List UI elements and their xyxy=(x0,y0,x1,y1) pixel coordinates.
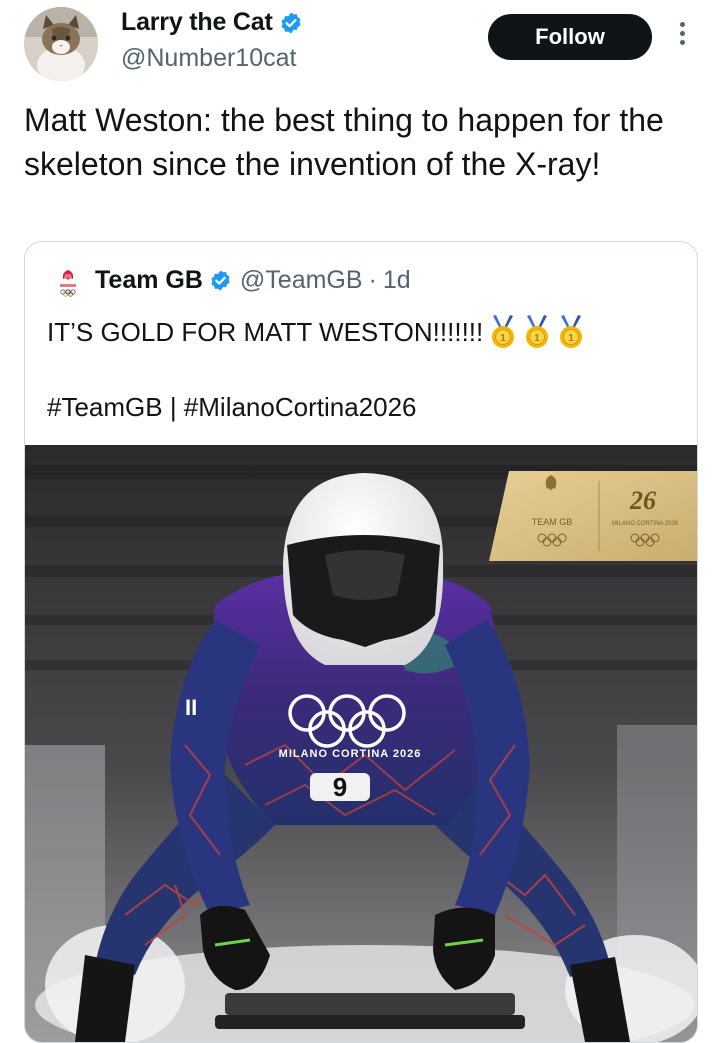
sign-left-text: TEAM GB xyxy=(532,517,573,527)
gold-medal-icon: 1 xyxy=(560,315,583,348)
skeleton-athlete-image: TEAM GB 26 MILANO CORTINA 2026 MILANO CO… xyxy=(25,445,697,1042)
suit-text: MILANO CORTINA 2026 xyxy=(279,748,422,760)
quoted-tweet-header: Team GB @TeamGB · 1d xyxy=(95,266,411,295)
quoted-tweet-card[interactable]: Team GB @TeamGB · 1d IT’S GOLD FOR MATT … xyxy=(24,241,698,1043)
author-avatar[interactable] xyxy=(24,7,98,81)
more-dot xyxy=(679,22,685,27)
more-dot xyxy=(679,31,685,36)
sign-right-text: MILANO CORTINA 2026 xyxy=(612,521,679,527)
quoted-hashtags[interactable]: #TeamGB | #MilanoCortina2026 xyxy=(47,392,417,423)
dot-separator: · xyxy=(368,266,377,294)
svg-text:1: 1 xyxy=(568,333,574,344)
svg-text:1: 1 xyxy=(500,333,506,344)
gold-medal-icon: 1 xyxy=(526,315,549,348)
team-gb-logo-icon xyxy=(49,264,87,302)
tweet-text: Matt Weston: the best thing to happen fo… xyxy=(24,102,664,182)
quoted-headline: IT’S GOLD FOR MATT WESTON!!!!!!! xyxy=(47,316,484,347)
svg-text:II: II xyxy=(185,695,197,720)
follow-button[interactable]: Follow xyxy=(488,14,652,60)
quoted-timestamp[interactable]: 1d xyxy=(383,266,411,295)
more-options-icon[interactable] xyxy=(673,22,691,52)
quoted-display-name[interactable]: Team GB xyxy=(95,266,203,295)
cat-avatar-icon xyxy=(24,7,98,81)
quoted-text-line-1: IT’S GOLD FOR MATT WESTON!!!!!!! 1 1 1 xyxy=(47,314,585,350)
author-name-row[interactable]: Larry the Cat xyxy=(121,8,303,37)
sign-mark-text: 26 xyxy=(629,486,656,515)
verified-badge-icon xyxy=(281,12,301,33)
bib-number: 9 xyxy=(333,772,347,802)
quoted-tweet-photo[interactable]: TEAM GB 26 MILANO CORTINA 2026 MILANO CO… xyxy=(25,445,697,1042)
gold-medal-icon: 1 xyxy=(492,315,515,348)
more-dot xyxy=(679,40,685,45)
quoted-handle[interactable]: @TeamGB xyxy=(240,266,363,295)
team-gb-avatar[interactable] xyxy=(49,264,87,302)
author-display-name[interactable]: Larry the Cat xyxy=(121,8,273,37)
author-handle[interactable]: @Number10cat xyxy=(121,44,296,73)
svg-text:1: 1 xyxy=(534,333,540,344)
verified-badge-icon xyxy=(211,270,230,291)
